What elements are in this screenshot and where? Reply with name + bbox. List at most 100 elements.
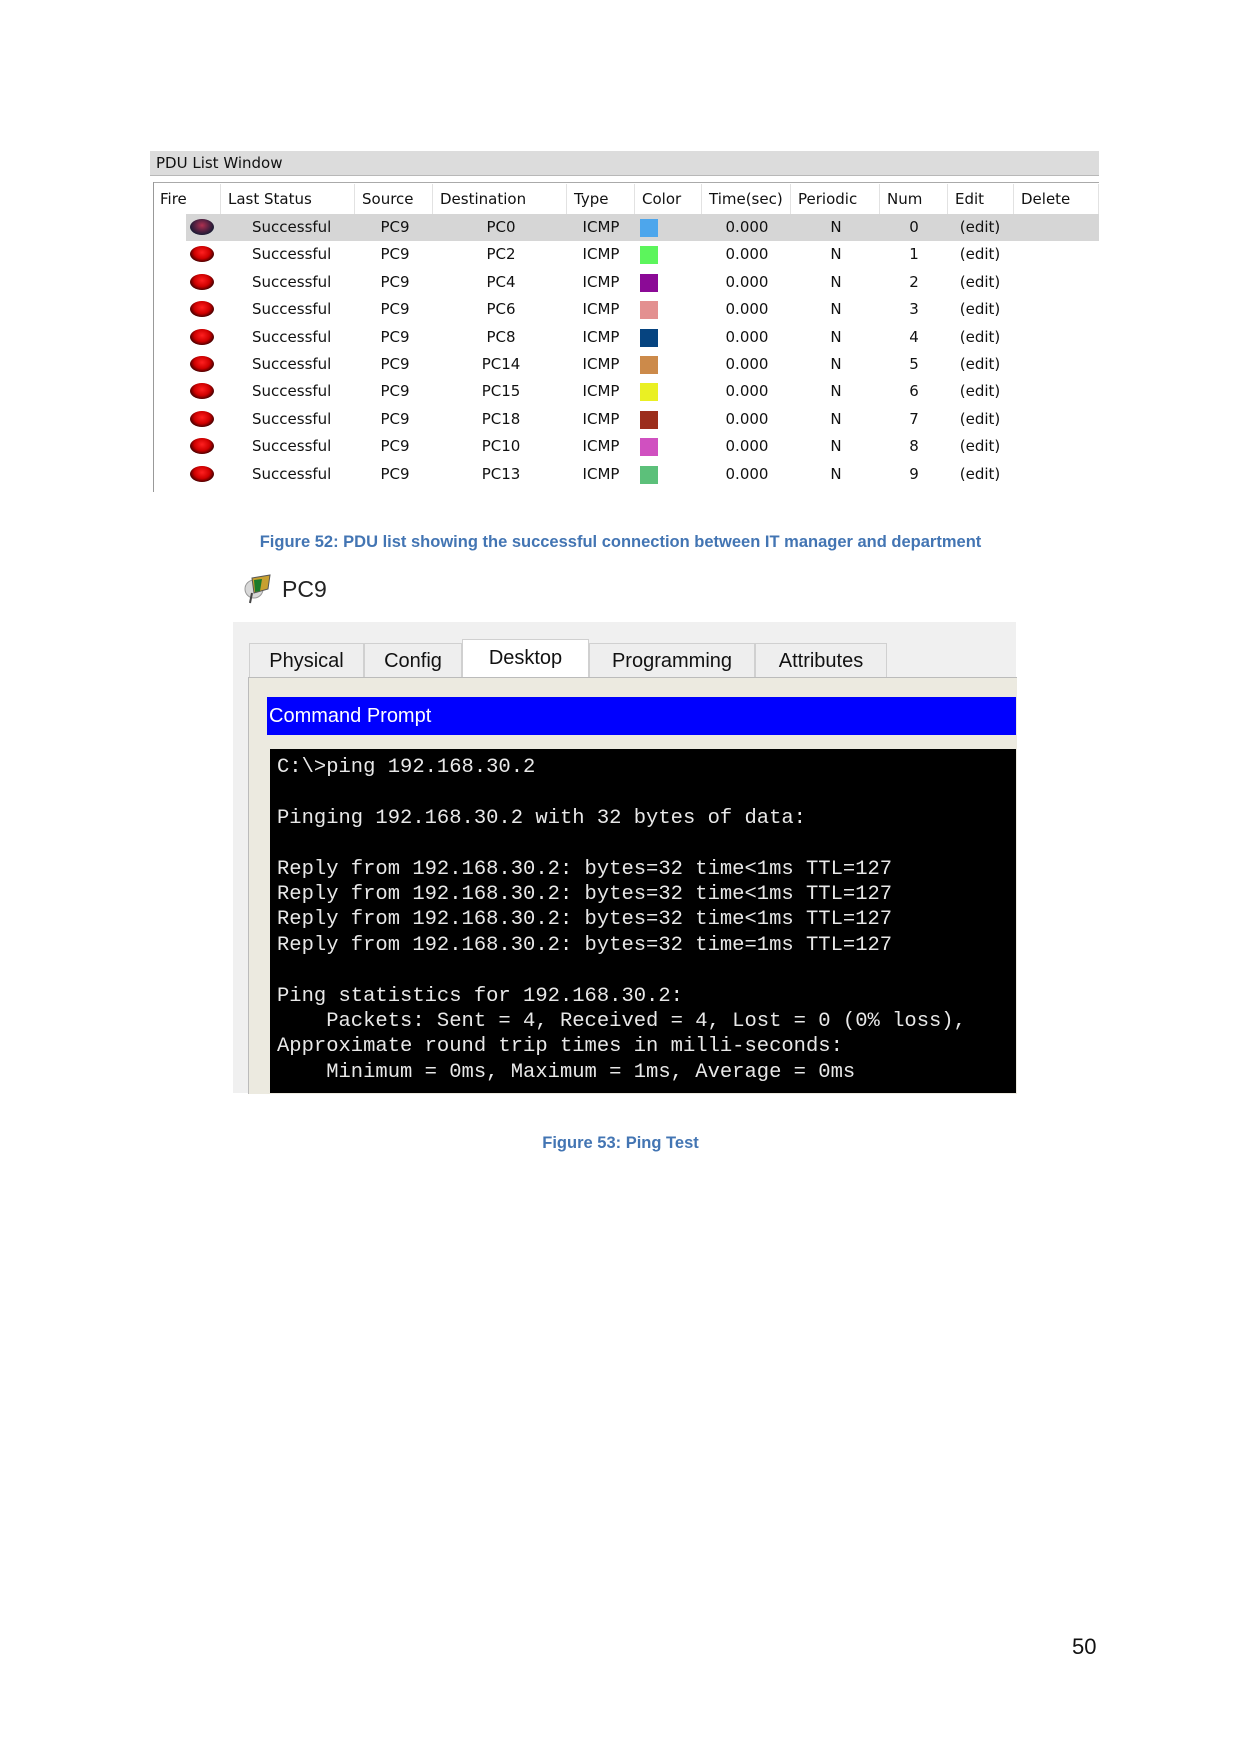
- terminal-line: Pinging 192.168.30.2 with 32 bytes of da…: [277, 806, 806, 830]
- cell-destination: PC2: [486, 245, 516, 264]
- last-status: Successful: [252, 355, 332, 373]
- table-border: [153, 182, 154, 492]
- cell-periodic: N: [830, 218, 842, 236]
- cell-source: PC9: [380, 409, 410, 428]
- fire-icon[interactable]: [190, 246, 214, 263]
- color-swatch: [640, 273, 658, 292]
- cell-type: ICMP: [582, 382, 620, 401]
- cell-num: 8: [909, 437, 919, 456]
- cell-type: ICMP: [582, 272, 620, 291]
- tab-config[interactable]: Config: [364, 643, 462, 677]
- fire-icon[interactable]: [190, 438, 214, 455]
- fire-icon[interactable]: [190, 356, 214, 372]
- pdu-table-row[interactable]: Successful PC9 PC15 ICMP 0.000 N 6 (edit): [186, 378, 1099, 405]
- fire-icon[interactable]: [190, 410, 214, 427]
- pdu-table-row[interactable]: Successful PC9 PC14 ICMP 0.000 N 5 (edit): [186, 351, 1099, 378]
- tab-desktop[interactable]: Desktop: [462, 639, 589, 678]
- pdu-table-row[interactable]: Successful PC9 PC10 ICMP 0.000 N 8 (edit): [186, 433, 1099, 460]
- tab-attributes[interactable]: Attributes: [755, 643, 887, 677]
- column-header-delete[interactable]: Delete: [1014, 184, 1099, 214]
- column-header-periodic[interactable]: Periodic: [791, 184, 880, 214]
- pdu-table-row[interactable]: Successful PC9 PC4 ICMP 0.000 N 2 (edit): [186, 269, 1099, 296]
- fire-icon[interactable]: [190, 383, 214, 400]
- cell-time: 0.000: [725, 355, 769, 373]
- cell-periodic: N: [830, 300, 842, 319]
- pdu-table-row[interactable]: Successful PC9 PC0 ICMP 0.000 N 0 (edit): [186, 214, 1099, 241]
- cell-time: 0.000: [725, 327, 769, 346]
- tab-programming[interactable]: Programming: [589, 643, 755, 677]
- terminal-line: Reply from 192.168.30.2: bytes=32 time<1…: [277, 908, 893, 932]
- cell-num: 5: [909, 355, 919, 373]
- column-header-time-sec[interactable]: Time(sec): [702, 184, 791, 214]
- pdu-table-row[interactable]: Successful PC9 PC6 ICMP 0.000 N 3 (edit): [186, 296, 1099, 323]
- cell-edit[interactable]: (edit): [945, 214, 1015, 241]
- fire-icon[interactable]: [190, 328, 214, 345]
- fire-icon[interactable]: [190, 465, 214, 482]
- cell-time: 0.000: [725, 409, 769, 428]
- cell-num: 2: [909, 272, 919, 291]
- table-border: [153, 182, 1099, 183]
- cell-time: 0.000: [725, 382, 769, 401]
- cell-edit[interactable]: (edit): [945, 241, 1015, 268]
- cell-num: 4: [909, 327, 919, 346]
- column-header-type[interactable]: Type: [567, 184, 635, 214]
- fire-icon[interactable]: [190, 273, 214, 290]
- cell-edit[interactable]: (edit): [945, 433, 1015, 460]
- cell-num: 6: [909, 382, 919, 401]
- window-title-text: PDU List Window: [156, 154, 283, 172]
- tab-physical[interactable]: Physical: [249, 643, 364, 677]
- cell-edit[interactable]: (edit): [945, 269, 1015, 296]
- cell-type: ICMP: [582, 437, 620, 456]
- terminal-output: C:\>ping 192.168.30.2 Pinging 192.168.30.…: [277, 755, 966, 1085]
- color-swatch: [640, 465, 658, 484]
- column-header-last-status[interactable]: Last Status: [221, 184, 355, 214]
- cell-destination: PC4: [486, 272, 516, 291]
- pdu-table-row[interactable]: Successful PC9 PC18 ICMP 0.000 N 7 (edit): [186, 406, 1099, 433]
- cell-periodic: N: [830, 272, 842, 291]
- cell-source: PC9: [380, 300, 410, 319]
- pdu-table-row[interactable]: Successful PC9 PC13 ICMP 0.000 N 9 (edit): [186, 461, 1099, 488]
- cell-time: 0.000: [725, 300, 769, 319]
- cell-edit[interactable]: (edit): [945, 324, 1015, 351]
- cell-num: 0: [909, 218, 919, 236]
- column-header-destination[interactable]: Destination: [433, 184, 567, 214]
- column-header-edit[interactable]: Edit: [948, 184, 1014, 214]
- cell-edit[interactable]: (edit): [945, 351, 1015, 378]
- pdu-table-row[interactable]: Successful PC9 PC8 ICMP 0.000 N 4 (edit): [186, 324, 1099, 351]
- terminal-line: Minimum = 0ms, Maximum = 1ms, Average = …: [277, 1060, 856, 1084]
- last-status: Successful: [252, 437, 332, 456]
- column-header-color[interactable]: Color: [635, 184, 702, 214]
- last-status: Successful: [252, 464, 332, 483]
- cell-edit[interactable]: (edit): [945, 296, 1015, 323]
- command-prompt-title: Command Prompt: [269, 705, 432, 727]
- cell-source: PC9: [380, 355, 410, 373]
- color-swatch: [640, 301, 658, 320]
- last-status: Successful: [252, 218, 332, 236]
- color-swatch: [640, 410, 658, 429]
- cell-time: 0.000: [725, 245, 769, 264]
- cell-periodic: N: [830, 437, 842, 456]
- last-status: Successful: [252, 272, 332, 291]
- cell-edit[interactable]: (edit): [945, 461, 1015, 488]
- fire-icon[interactable]: [190, 219, 214, 235]
- column-header-source[interactable]: Source: [355, 184, 433, 214]
- cell-edit[interactable]: (edit): [945, 406, 1015, 433]
- column-header-num[interactable]: Num: [880, 184, 948, 214]
- column-header-fire[interactable]: Fire: [153, 184, 221, 214]
- cell-edit[interactable]: (edit): [945, 378, 1015, 405]
- fire-icon[interactable]: [190, 301, 214, 318]
- command-prompt-terminal[interactable]: C:\>ping 192.168.30.2 Pinging 192.168.30.…: [270, 749, 1016, 1093]
- cell-destination: PC18: [481, 409, 521, 428]
- pdu-list-window-title: PDU List Window: [150, 151, 1099, 176]
- cell-destination: PC8: [486, 327, 516, 346]
- cell-type: ICMP: [582, 245, 620, 264]
- figure-caption: Figure 52: PDU list showing the successf…: [259, 533, 982, 551]
- color-swatch: [640, 438, 658, 457]
- terminal-line: Reply from 192.168.30.2: bytes=32 time=1…: [277, 933, 893, 957]
- pdu-table-row[interactable]: Successful PC9 PC2 ICMP 0.000 N 1 (edit): [186, 241, 1099, 268]
- cell-periodic: N: [830, 245, 842, 264]
- device-title: PC9: [282, 576, 327, 602]
- cell-source: PC9: [380, 464, 410, 483]
